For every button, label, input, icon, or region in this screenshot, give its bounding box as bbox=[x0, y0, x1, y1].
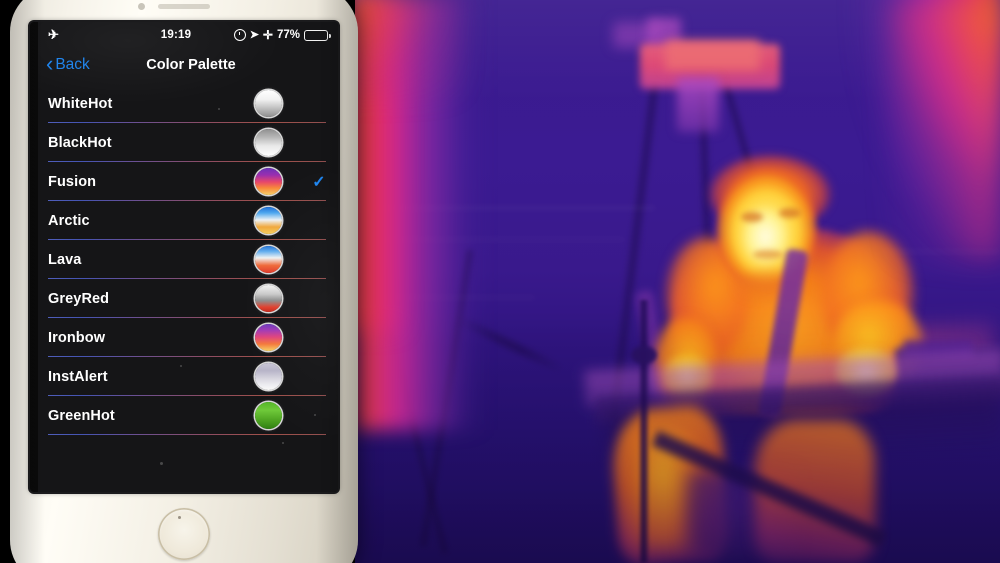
phone-screen: ✈ 19:19 ➤ ✛ 77% ‹ Back Color Palette Whi… bbox=[30, 22, 338, 492]
palette-swatch-blackhot bbox=[254, 129, 282, 156]
status-bar-left: ✈ bbox=[48, 26, 128, 42]
palette-swatch-wrap bbox=[236, 168, 300, 195]
thermal-right-warm-core bbox=[890, 0, 1000, 260]
screen-dust-speck bbox=[180, 365, 182, 367]
screen-dust-speck bbox=[160, 462, 163, 465]
palette-row-blackhot[interactable]: BlackHot✓ bbox=[38, 123, 338, 162]
palette-swatch-whitehot bbox=[254, 90, 282, 117]
bluetooth-icon: ✛ bbox=[262, 28, 273, 42]
screen-dust-speck bbox=[264, 92, 266, 94]
palette-row-label: BlackHot bbox=[48, 134, 112, 151]
palette-row-label: Fusion bbox=[48, 173, 97, 190]
palette-row-greenhot[interactable]: GreenHot✓ bbox=[38, 396, 338, 435]
earpiece-speaker bbox=[158, 4, 210, 9]
palette-swatch-ironbow bbox=[254, 324, 282, 351]
palette-row-lava[interactable]: Lava✓ bbox=[38, 240, 338, 279]
palette-swatch-wrap bbox=[236, 129, 300, 156]
palette-row-label: GreenHot bbox=[48, 407, 115, 424]
home-button-speck bbox=[178, 516, 181, 519]
status-bar-time: 19:19 bbox=[160, 29, 192, 41]
palette-row-instalert[interactable]: InstAlert✓ bbox=[38, 357, 338, 396]
palette-swatch-wrap bbox=[236, 246, 300, 273]
palette-swatch-wrap bbox=[236, 207, 300, 234]
palette-swatch-lava bbox=[254, 246, 282, 273]
thermal-corner-glow bbox=[355, 0, 465, 100]
palette-swatch-wrap bbox=[236, 324, 300, 351]
selected-checkmark-icon: ✓ bbox=[312, 173, 326, 191]
app-screen: ✈ 19:19 ➤ ✛ 77% ‹ Back Color Palette Whi… bbox=[38, 22, 338, 492]
palette-row-arctic[interactable]: Arctic✓ bbox=[38, 201, 338, 240]
location-arrow-icon: ➤ bbox=[249, 28, 259, 41]
screenshot-root: ✈ 19:19 ➤ ✛ 77% ‹ Back Color Palette Whi… bbox=[0, 0, 1000, 563]
palette-row-fusion[interactable]: Fusion ✓ bbox=[38, 162, 338, 201]
palette-swatch-greenhot bbox=[254, 402, 282, 429]
navigation-bar: ‹ Back Color Palette bbox=[38, 48, 338, 82]
screen-dust-speck bbox=[282, 442, 284, 444]
color-palette-list: WhiteHot✓BlackHot✓Fusion✓Arctic✓Lava✓Gre… bbox=[38, 84, 338, 435]
palette-row-label: Ironbow bbox=[48, 329, 106, 346]
thermal-camera-feed bbox=[355, 0, 1000, 563]
status-bar-right: ➤ ✛ 77% bbox=[224, 28, 331, 42]
screen-dust-speck bbox=[314, 414, 316, 416]
palette-swatch-arctic bbox=[254, 207, 282, 234]
palette-row-label: WhiteHot bbox=[48, 95, 113, 112]
palette-swatch-wrap bbox=[236, 363, 300, 390]
battery-percent-label: 77% bbox=[276, 29, 300, 41]
battery-icon bbox=[304, 29, 331, 41]
alarm-clock-icon bbox=[233, 29, 246, 41]
palette-row-label: InstAlert bbox=[48, 368, 108, 385]
row-divider bbox=[48, 433, 326, 435]
palette-swatch-wrap bbox=[236, 285, 300, 312]
palette-row-label: Lava bbox=[48, 251, 82, 268]
back-button-label: Back bbox=[55, 56, 90, 73]
front-camera bbox=[138, 3, 145, 10]
home-button[interactable] bbox=[158, 508, 210, 560]
palette-row-greyred[interactable]: GreyRed✓ bbox=[38, 279, 338, 318]
status-bar: ✈ 19:19 ➤ ✛ 77% bbox=[38, 22, 338, 48]
palette-swatch-fusion bbox=[254, 168, 282, 195]
screen-dust-speck bbox=[218, 108, 220, 110]
palette-swatch-wrap bbox=[236, 90, 300, 117]
palette-row-label: GreyRed bbox=[48, 290, 110, 307]
back-button[interactable]: ‹ Back bbox=[38, 51, 90, 77]
palette-swatch-greyred bbox=[254, 285, 282, 312]
airplane-mode-icon: ✈ bbox=[48, 26, 59, 42]
palette-swatch-instalert bbox=[254, 363, 282, 390]
iphone-device: ✈ 19:19 ➤ ✛ 77% ‹ Back Color Palette Whi… bbox=[10, 0, 358, 563]
palette-swatch-wrap bbox=[236, 402, 300, 429]
chevron-left-icon: ‹ bbox=[46, 51, 54, 77]
palette-row-ironbow[interactable]: Ironbow✓ bbox=[38, 318, 338, 357]
palette-row-whitehot[interactable]: WhiteHot✓ bbox=[38, 84, 338, 123]
palette-row-label: Arctic bbox=[48, 212, 90, 229]
